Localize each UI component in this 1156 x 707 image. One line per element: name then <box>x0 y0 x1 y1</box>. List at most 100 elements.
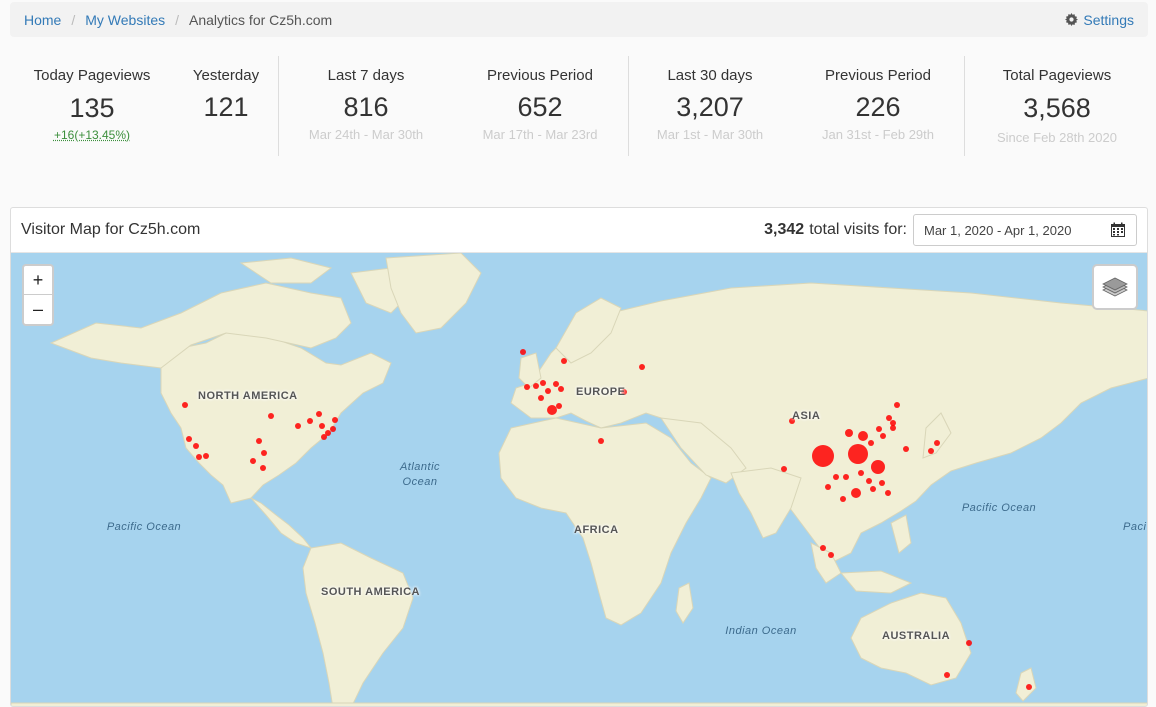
zoom-out-button[interactable]: – <box>24 295 52 324</box>
visitor-marker <box>876 426 882 432</box>
ocean-label-pacific-west: Pacific Ocean <box>106 521 182 533</box>
visitor-marker <box>880 433 886 439</box>
visitor-marker <box>885 490 891 496</box>
visitor-marker <box>193 443 199 449</box>
visitor-marker <box>321 434 327 440</box>
land-antarctica-edge <box>11 702 1147 706</box>
visitor-marker <box>524 384 530 390</box>
visitor-marker <box>858 431 868 441</box>
visitor-marker <box>520 349 526 355</box>
stat-total: Total Pageviews 3,568 Since Feb 28th 202… <box>976 50 1138 145</box>
date-range-picker[interactable]: Mar 1, 2020 - Apr 1, 2020 <box>913 214 1137 246</box>
stat-last-7-days: Last 7 days 816 Mar 24th - Mar 30th <box>290 50 442 142</box>
breadcrumb-home-link[interactable]: Home <box>24 12 61 28</box>
visitor-marker <box>870 486 876 492</box>
land-south-america <box>302 542 414 706</box>
visitor-marker <box>812 445 834 467</box>
calendar-icon <box>1111 222 1125 237</box>
stat-today: Today Pageviews 135 +16(+13.45%) <box>18 50 166 142</box>
breadcrumb-my-websites-link[interactable]: My Websites <box>85 12 165 28</box>
visitor-marker <box>268 413 274 419</box>
visitor-marker <box>196 454 202 460</box>
ocean-label-pacific-edge: Paci <box>1123 521 1147 533</box>
visitor-marker <box>538 395 544 401</box>
visitor-marker <box>879 480 885 486</box>
visitor-marker <box>886 415 892 421</box>
divider <box>964 56 965 156</box>
region-label-africa: AFRICA <box>574 524 619 536</box>
visitor-marker <box>316 411 322 417</box>
stat-value: 226 <box>855 92 901 122</box>
ocean-label-line: Ocean <box>402 476 438 488</box>
ocean-label-line: Atlantic <box>399 461 441 473</box>
visitor-marker <box>828 552 834 558</box>
visitor-marker <box>295 423 301 429</box>
visitor-marker <box>186 436 192 442</box>
land-north-america <box>160 330 392 504</box>
stat-delta[interactable]: +16(+13.45%) <box>18 128 166 142</box>
visitor-marker <box>934 440 940 446</box>
stat-label: Previous Period <box>825 67 931 84</box>
region-label-europe: EUROPE <box>576 386 626 398</box>
visitor-marker <box>845 429 853 437</box>
stat-value: 652 <box>517 92 563 122</box>
settings-link[interactable]: Settings <box>1065 12 1134 28</box>
breadcrumb-current: Analytics for Cz5h.com <box>189 11 333 28</box>
visitor-marker <box>598 438 604 444</box>
gear-icon <box>1065 13 1079 26</box>
breadcrumb-separator: / <box>71 11 76 28</box>
layers-icon <box>1102 277 1128 297</box>
visitor-marker <box>868 440 874 446</box>
visitor-marker <box>1026 684 1032 690</box>
visitor-marker <box>556 403 562 409</box>
visitor-marker <box>561 358 567 364</box>
breadcrumb: Home / My Websites / Analytics for Cz5h.… <box>10 2 1148 37</box>
visitor-marker <box>307 418 313 424</box>
zoom-control: + – <box>22 264 54 326</box>
visitor-marker <box>330 426 336 432</box>
visitor-marker <box>871 460 885 474</box>
stat-value: 3,568 <box>1023 93 1091 123</box>
world-map[interactable]: NORTH AMERICA SOUTH AMERICA EUROPE AFRIC… <box>11 253 1147 706</box>
layers-button[interactable] <box>1092 264 1138 310</box>
visitor-marker <box>261 450 267 456</box>
visitor-marker <box>203 453 209 459</box>
stat-label: Previous Period <box>487 67 593 84</box>
stat-range: Jan 31st - Feb 29th <box>821 127 934 142</box>
stat-previous-30: Previous Period 226 Jan 31st - Feb 29th <box>800 50 956 142</box>
visitor-marker <box>332 417 338 423</box>
visitor-marker <box>545 388 551 394</box>
region-label-north-america: NORTH AMERICA <box>198 390 298 402</box>
visitor-marker <box>182 402 188 408</box>
total-visits: 3,342 total visits for: Mar 1, 2020 - Ap… <box>764 214 1137 246</box>
date-range-value: Mar 1, 2020 - Apr 1, 2020 <box>924 222 1072 238</box>
region-label-australia: AUSTRALIA <box>882 630 951 642</box>
stat-range: Mar 17th - Mar 23rd <box>482 127 598 142</box>
zoom-in-button[interactable]: + <box>24 266 52 295</box>
visitor-marker <box>928 448 934 454</box>
region-label-south-america: SOUTH AMERICA <box>321 586 420 598</box>
visitor-marker <box>858 470 864 476</box>
visitor-marker <box>944 672 950 678</box>
panel-title: Visitor Map for Cz5h.com <box>21 221 201 238</box>
panel-header: Visitor Map for Cz5h.com 3,342 total vis… <box>11 208 1147 253</box>
land-central-america <box>250 497 313 550</box>
stat-label: Last 7 days <box>327 67 405 84</box>
visitor-marker <box>260 465 266 471</box>
land-new-zealand <box>1015 667 1037 702</box>
visitor-marker <box>825 484 831 490</box>
visitor-marker <box>533 383 539 389</box>
region-label-asia: ASIA <box>792 410 821 422</box>
visitor-marker <box>903 446 909 452</box>
visitor-marker <box>319 423 325 429</box>
visitor-marker <box>540 380 546 386</box>
visitor-marker <box>553 381 559 387</box>
total-visits-label: total visits for: <box>809 221 907 238</box>
stats-summary: Today Pageviews 135 +16(+13.45%) Yesterd… <box>10 50 1148 165</box>
visitor-marker <box>866 478 872 484</box>
visitor-marker <box>848 444 868 464</box>
stat-label: Yesterday <box>192 67 260 84</box>
visitor-marker <box>851 488 861 498</box>
divider <box>278 56 279 156</box>
stat-label: Last 30 days <box>667 67 753 84</box>
